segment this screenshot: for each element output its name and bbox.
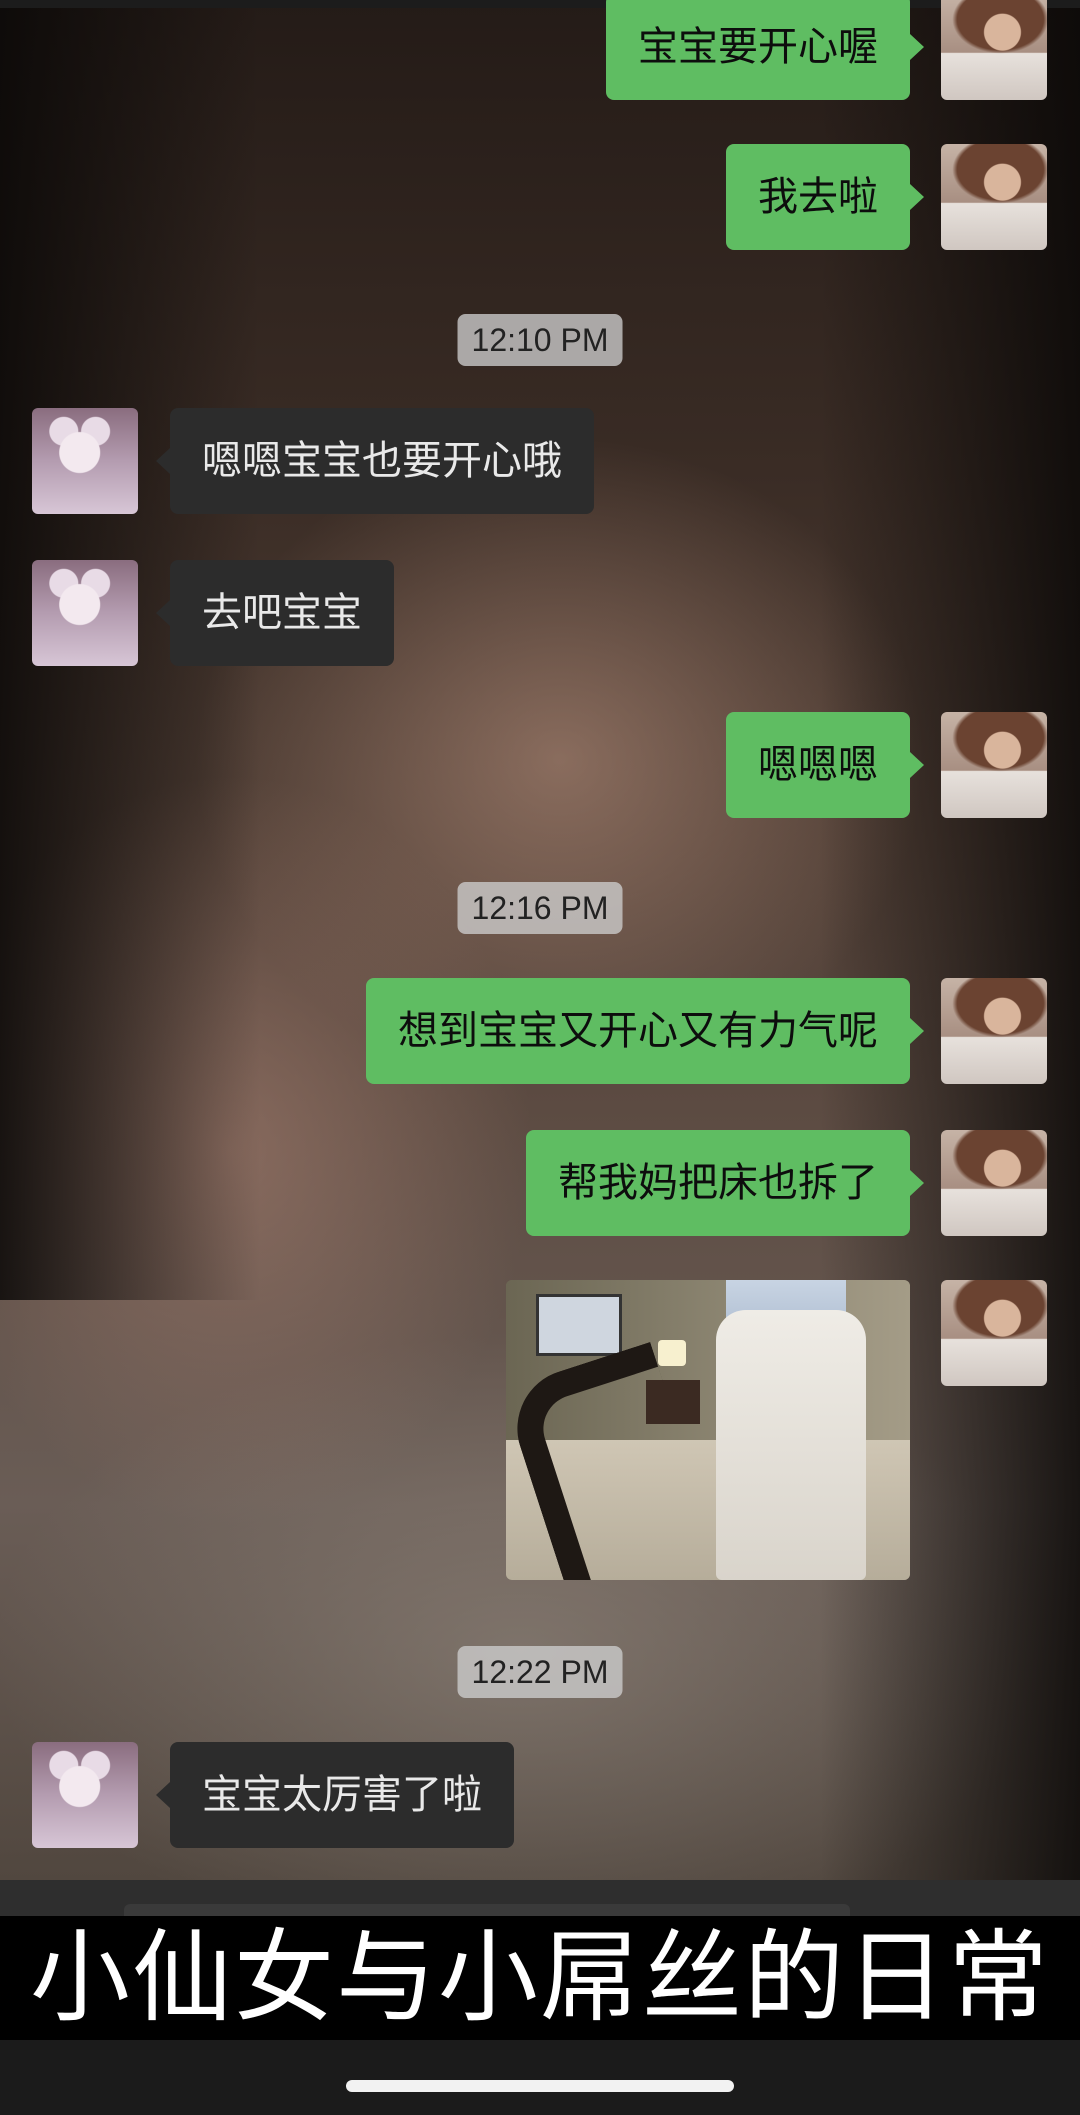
- photo-chair: [716, 1310, 866, 1580]
- my-avatar[interactable]: [941, 978, 1047, 1084]
- my-avatar[interactable]: [941, 0, 1047, 100]
- contact-avatar[interactable]: [32, 408, 138, 514]
- photo-lamp: [658, 1340, 686, 1366]
- wallpaper-shade-right: [820, 0, 1080, 1880]
- message-bubble-received[interactable]: 嗯嗯宝宝也要开心哦: [156, 408, 594, 514]
- chat-timestamp: 12:10 PM: [457, 314, 623, 366]
- message-bubble-sent[interactable]: 想到宝宝又开心又有力气呢: [366, 978, 924, 1084]
- chat-timestamp: 12:22 PM: [457, 1646, 623, 1698]
- message-input[interactable]: [124, 1904, 850, 1916]
- my-avatar[interactable]: [941, 1280, 1047, 1386]
- home-indicator[interactable]: [346, 2080, 734, 2092]
- message-bubble-sent[interactable]: 帮我妈把床也拆了: [526, 1130, 924, 1236]
- message-bubble-sent[interactable]: 嗯嗯嗯: [726, 712, 924, 818]
- my-avatar[interactable]: [941, 712, 1047, 818]
- contact-avatar[interactable]: [32, 1742, 138, 1848]
- chat-timestamp: 12:16 PM: [457, 882, 623, 934]
- my-avatar[interactable]: [941, 144, 1047, 250]
- message-bubble-received[interactable]: 宝宝太厉害了啦: [156, 1742, 514, 1848]
- contact-avatar[interactable]: [32, 560, 138, 666]
- bottom-safe-area: [0, 2040, 1080, 2115]
- top-edge: [0, 0, 1080, 8]
- my-avatar[interactable]: [941, 1130, 1047, 1236]
- caption-banner: 小仙女与小屌丝的日常: [0, 1916, 1080, 2040]
- image-message[interactable]: [506, 1280, 910, 1580]
- photo-painting: [536, 1294, 622, 1356]
- message-bubble-sent[interactable]: 我去啦: [726, 144, 924, 250]
- message-bubble-sent[interactable]: 宝宝要开心喔: [606, 0, 924, 100]
- message-bubble-received[interactable]: 去吧宝宝: [156, 560, 394, 666]
